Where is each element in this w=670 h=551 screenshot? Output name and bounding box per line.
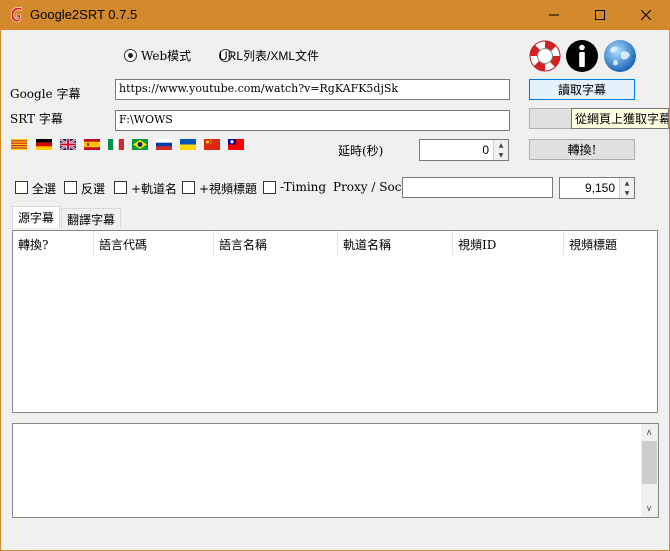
tab-translated-subtitles[interactable]: 翻譯字幕 [61,208,122,228]
port-spinner[interactable]: 9,150 ▲ ▼ [559,177,635,199]
delay-spinner[interactable]: 0 ▲ ▼ [419,139,509,161]
url-mode-label[interactable]: URL列表/XML文件 [219,47,319,64]
timing-label[interactable]: -Timing [280,180,326,194]
proxy-input[interactable] [402,177,553,198]
maximize-button[interactable] [577,0,623,30]
srt-path-input[interactable]: F:\WOWS [115,110,510,131]
log-scrollbar[interactable]: ∧ ∨ [641,424,658,517]
invert-selection-checkbox[interactable] [64,181,77,194]
google2srt-logo-icon [10,7,23,23]
column-header-convert[interactable]: 轉換? [13,231,94,255]
taiwan-flag-icon[interactable] [228,139,244,150]
maximize-icon [595,10,605,20]
window-title: Google2SRT 0.7.5 [30,7,138,22]
column-header-video-id[interactable]: 視頻ID [453,231,564,255]
invert-selection-label[interactable]: 反選 [81,180,105,197]
read-subtitles-button[interactable]: 讀取字幕 [529,79,635,100]
italian-flag-icon[interactable] [108,139,124,150]
close-button[interactable] [623,0,669,30]
scroll-thumb[interactable] [642,441,657,484]
srt-subtitle-label: SRT 字幕 [10,112,63,126]
main-panel: Web模式 URL列表/XML文件 Google 字幕 https://www.… [1,30,669,550]
web-mode-radio[interactable] [124,49,137,62]
china-flag-icon[interactable] [204,139,220,150]
catalan-flag-icon[interactable] [11,139,27,150]
tab-source-subtitles[interactable]: 源字幕 [12,206,61,228]
german-flag-icon[interactable] [36,139,52,150]
google-subtitle-label: Google 字幕 [10,87,81,101]
spanish-flag-icon[interactable] [84,139,100,150]
video-title-label[interactable]: +視頻標題 [199,180,257,197]
delay-up-arrow-icon[interactable]: ▲ [493,140,508,150]
port-up-arrow-icon[interactable]: ▲ [619,178,634,188]
help-lifebuoy-icon[interactable] [528,39,562,73]
delay-value[interactable]: 0 [482,143,489,157]
column-header-video-title[interactable]: 視頻標題 [564,231,657,255]
close-icon [641,10,651,20]
minimize-button[interactable] [531,0,577,30]
info-icon[interactable] [565,39,599,73]
delay-label: 延時(秒) [338,144,384,158]
select-all-checkbox[interactable] [15,181,28,194]
port-down-arrow-icon[interactable]: ▼ [619,188,634,198]
tracks-list[interactable]: 轉換? 語言代碼 語言名稱 軌道名稱 視頻ID 視頻標題 [12,230,658,413]
google-url-input[interactable]: https://www.youtube.com/watch?v=RgKAFK5d… [115,79,510,100]
minimize-icon [549,14,559,16]
column-header-language-code[interactable]: 語言代碼 [94,231,214,255]
track-name-checkbox[interactable] [114,181,127,194]
column-header-track-name[interactable]: 軌道名稱 [338,231,453,255]
title-bar[interactable]: Google2SRT 0.7.5 [0,0,670,30]
video-title-checkbox[interactable] [182,181,195,194]
convert-button[interactable]: 轉換! [529,139,635,160]
ukraine-flag-icon[interactable] [180,139,196,150]
globe-icon[interactable] [603,39,637,73]
port-value[interactable]: 9,150 [585,181,615,195]
read-subtitles-tooltip: 從網頁上獲取字幕 [571,108,669,129]
track-name-label[interactable]: +軌道名 [131,180,177,197]
scroll-up-arrow-icon[interactable]: ∧ [641,424,657,441]
subtitle-tabs: 源字幕 翻譯字幕 [12,206,122,230]
select-all-label[interactable]: 全選 [32,180,56,197]
scroll-down-arrow-icon[interactable]: ∨ [641,500,657,517]
log-textarea[interactable]: ∧ ∨ [12,423,659,518]
column-header-language-name[interactable]: 語言名稱 [214,231,338,255]
web-mode-label[interactable]: Web模式 [141,47,191,64]
uk-flag-icon[interactable] [60,139,76,150]
russian-flag-icon[interactable] [156,139,172,150]
brazil-flag-icon[interactable] [132,139,148,150]
app-window: Google2SRT 0.7.5 Web模式 URL列表/XML文件 Googl… [0,0,670,551]
timing-checkbox[interactable] [263,181,276,194]
delay-down-arrow-icon[interactable]: ▼ [493,150,508,160]
